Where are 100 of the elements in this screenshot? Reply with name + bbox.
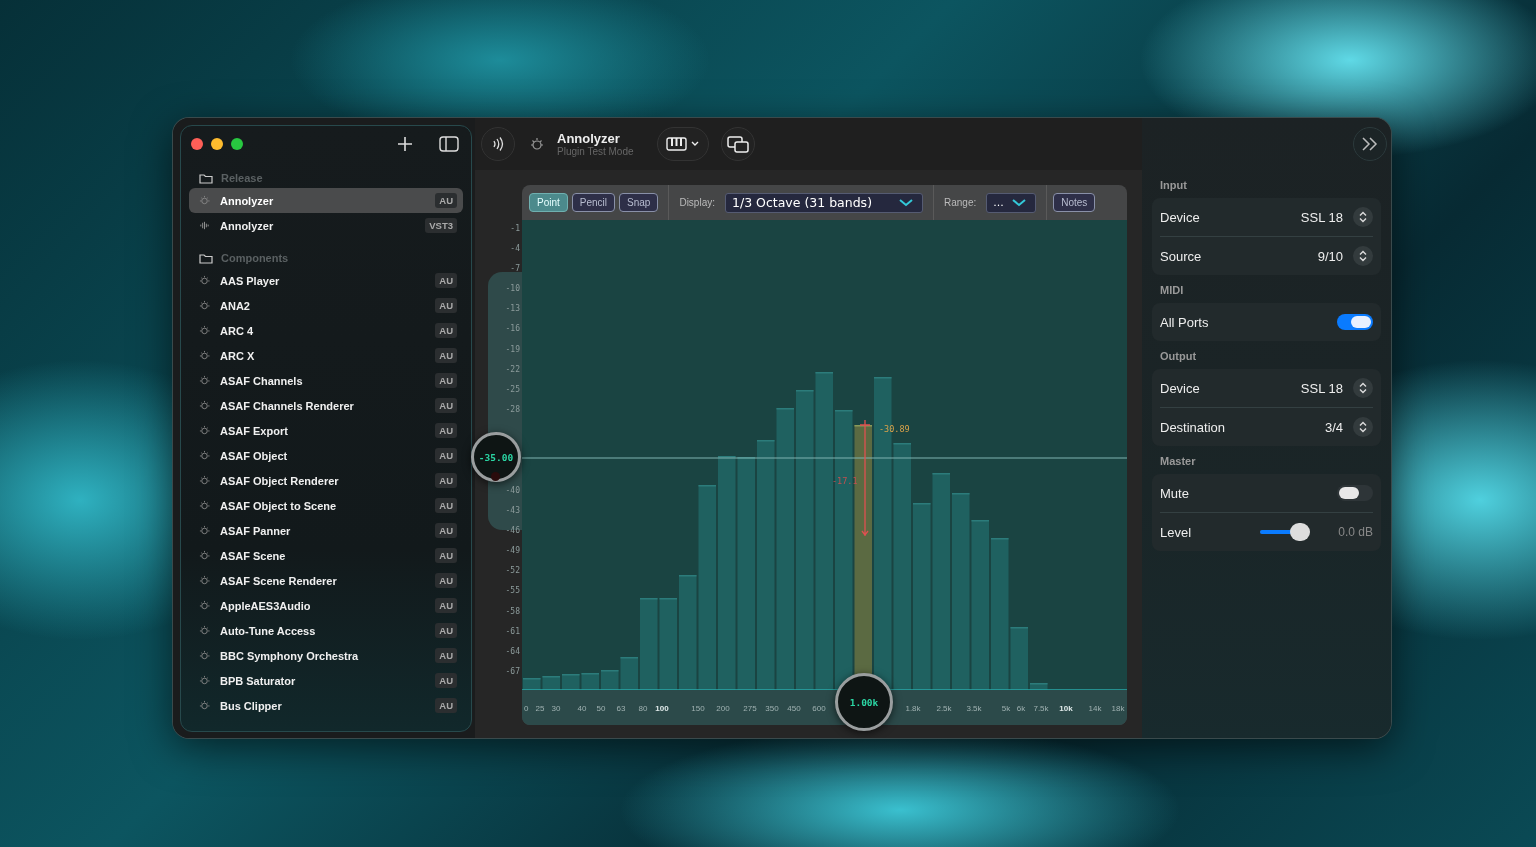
level-slider[interactable] [1260,523,1311,541]
gear-icon [199,475,210,486]
audio-output-button[interactable] [481,127,515,161]
section-title: Master [1159,454,1197,469]
plugin-list-item[interactable]: Annolyzer AU [189,188,463,213]
toggle-switch[interactable] [1337,485,1373,501]
section-title: MIDI [1159,283,1185,298]
section-title: Input [1159,178,1188,193]
y-axis-tick: -28 [505,403,520,416]
stepper-button[interactable] [1353,378,1373,398]
setting-label: All Ports [1160,314,1210,330]
plugin-list-item[interactable]: AAS Player AU [189,268,463,293]
y-axis-tick: -58 [505,605,520,618]
y-axis-tick: -16 [505,323,520,336]
x-axis-tick: 50 [596,704,606,713]
gear-icon [199,550,210,561]
keyboard-menu-button[interactable] [657,127,709,161]
gear-icon [199,195,210,206]
plugin-subtitle: Plugin Test Mode [557,146,635,157]
up-down-chevron-icon [1359,382,1367,394]
y-axis-tick: -1 [510,223,520,235]
plugin-list-item[interactable]: Auto-Tune Access AU [189,618,463,643]
y-axis-tick: -40 [505,485,520,497]
setting-value: 3/4 [1324,419,1343,435]
gear-icon [199,575,210,586]
x-axis-tick: 3.5k [966,704,982,713]
display-label: Display: [679,197,715,208]
y-axis-tick: -49 [505,545,520,558]
notes-button[interactable]: Notes [1053,193,1096,212]
gear-icon [199,450,210,461]
gear-icon [199,625,210,636]
plugin-list-item[interactable]: Bus Clipper AU [189,693,463,718]
windows-button[interactable] [721,127,755,161]
format-tag: AU [435,398,457,413]
plus-icon[interactable] [397,136,413,152]
y-axis-tick: -25 [505,383,520,396]
section-title: Output [1159,349,1198,364]
plugin-list-item[interactable]: BPB Saturator AU [189,668,463,693]
y-axis-tick: -13 [505,303,520,316]
x-axis-tick: 18k [1111,704,1125,713]
plugin-list-item[interactable]: ASAF Object Renderer AU [189,468,463,493]
gear-icon [199,350,210,361]
plugin-list-item[interactable]: ASAF Export AU [189,418,463,443]
plugin-list-item[interactable]: Annolyzer VST3 [189,213,463,238]
plugin-list-item[interactable]: ASAF Scene AU [189,543,463,568]
plugin-list-item[interactable]: ASAF Panner AU [189,518,463,543]
plugin-list-item[interactable]: ARC 4 AU [189,318,463,343]
gear-icon [199,300,210,311]
close-icon[interactable] [191,138,203,150]
stepper-button[interactable] [1353,246,1373,266]
y-axis-tick: -10 [505,283,520,296]
plugin-list-item[interactable]: ASAF Channels AU [189,368,463,393]
setting-value: SSL 18 [1300,380,1343,396]
tool-button[interactable]: Point [529,193,568,212]
plugin-list-item[interactable]: ASAF Channels Renderer AU [189,393,463,418]
y-axis-tick: -67 [505,665,520,678]
format-tag: AU [435,423,457,438]
up-down-chevron-icon [1359,421,1367,433]
y-axis-tick: -46 [505,525,520,537]
stepper-button[interactable] [1353,417,1373,437]
y-axis-tick: -7 [510,263,520,275]
gear-icon [199,700,210,711]
x-axis-tick: 63 [616,704,626,713]
zoom-icon[interactable] [231,138,243,150]
x-axis-tick: 450 [787,704,801,713]
sidebar-toggle-icon[interactable] [439,136,459,152]
display-dropdown[interactable]: 1/3 Octave (31 bands) [725,192,923,213]
format-tag: AU [435,373,457,388]
setting-label: Mute [1160,485,1190,501]
format-tag: AU [435,598,457,613]
y-axis-tick: -19 [505,343,520,356]
stacked-windows-icon [727,135,749,153]
gear-icon [199,500,210,511]
range-dropdown[interactable]: ... [986,192,1037,213]
plugin-list-item[interactable]: ARC X AU [189,343,463,368]
format-tag: AU [435,623,457,638]
stepper-button[interactable] [1353,207,1373,227]
plugin-list-item[interactable]: ASAF Object AU [189,443,463,468]
x-axis-tick: 200 [716,704,730,713]
plugin-list-item[interactable]: BBC Symphony Orchestra AU [189,643,463,668]
setting-label: Destination [1160,419,1227,435]
plugin-list-item[interactable]: ASAF Object to Scene AU [189,493,463,518]
setting-label: Device [1160,380,1201,396]
plugin-list-item[interactable]: ANA2 AU [189,293,463,318]
x-axis-tick: 14k [1088,704,1102,713]
tool-button[interactable]: Pencil [571,193,616,212]
frequency-knob[interactable]: 1.00k [835,673,893,731]
format-tag: AU [435,298,457,313]
toggle-switch[interactable] [1337,314,1373,330]
plugin-list-item[interactable]: ASAF Scene Renderer AU [189,568,463,593]
tool-button[interactable]: Snap [619,193,659,212]
collapse-button[interactable] [1353,127,1387,161]
minimize-icon[interactable] [211,138,223,150]
x-axis-tick: 275 [743,704,757,713]
x-axis-tick: 6k [1016,704,1026,713]
section-title: Release [221,172,263,184]
chevron-down-icon [898,197,914,208]
x-axis-tick: 2.5k [936,704,952,713]
plugin-title: Annolyzer [557,131,621,146]
plugin-list-item[interactable]: AppleAES3Audio AU [189,593,463,618]
